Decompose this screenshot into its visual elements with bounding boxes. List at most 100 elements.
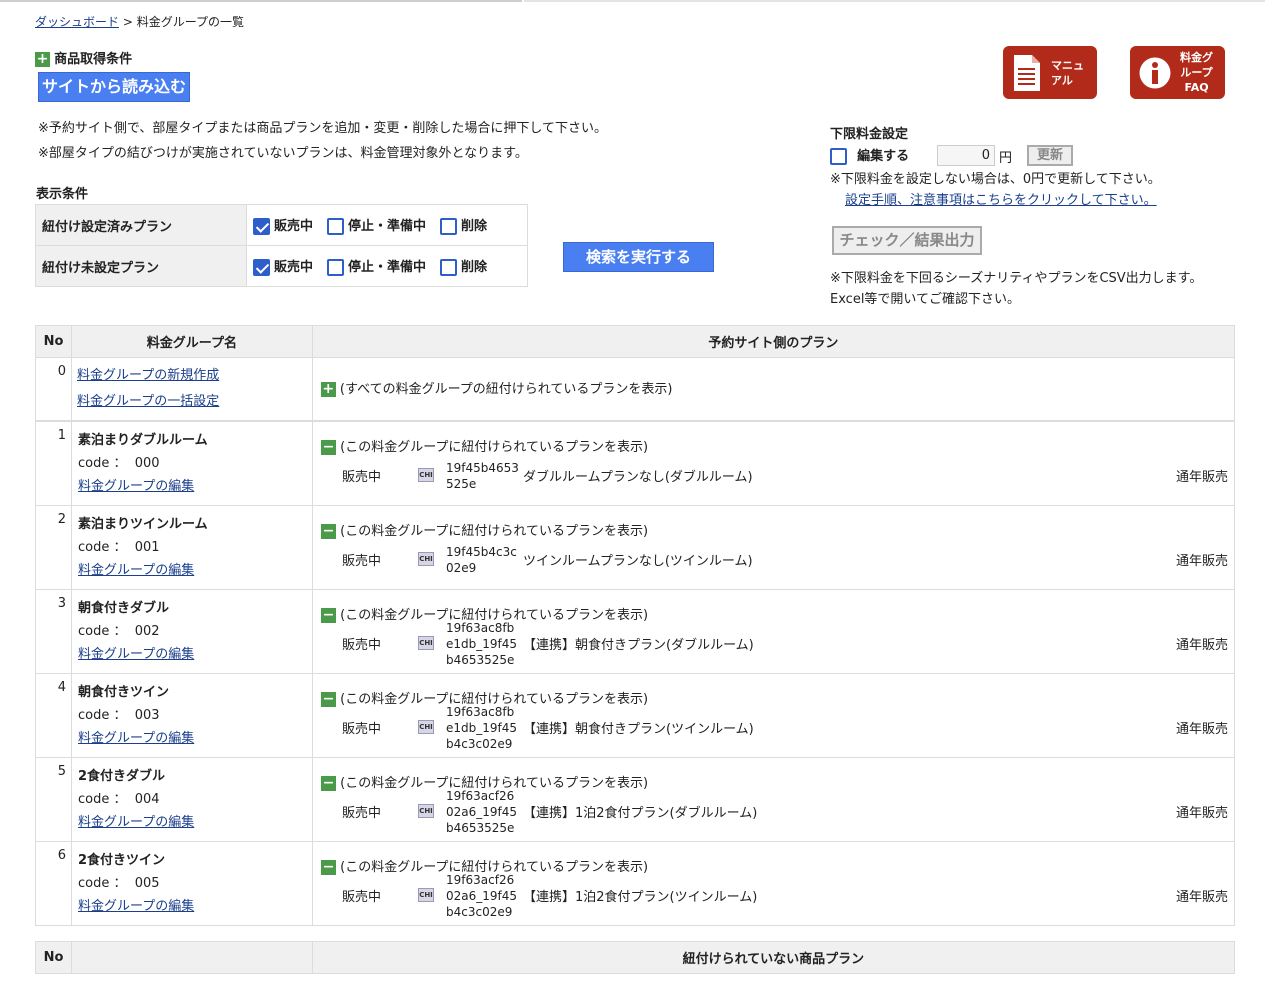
note-1: ※予約サイト側で、部屋タイプまたは商品プランを追加・変更・削除した場合に押下して… [38,121,607,136]
plan-toggle-row[interactable]: − (この料金グループに紐付けられているプランを表示) [321,520,648,539]
table-row: 2 素泊まりツインルーム code ： 001 料金グループの編集 − (この料… [35,505,1235,590]
breadcrumb-current: 料金グループの一覧 [136,15,245,29]
acquire-header: + 商品取得条件 [35,48,132,67]
plan-status: 販売中 [342,806,382,821]
chi-badge: CHI [418,636,434,650]
group-name: 2食付きツイン [78,853,166,868]
row-no: 5 [35,757,72,842]
option-on-sale[interactable]: 販売中 [253,256,313,276]
plans-cell: − (この料金グループに紐付けられているプランを表示) 販売中 CHI 19f6… [312,589,1235,674]
edit-group-link[interactable]: 料金グループの編集 [78,731,194,746]
plans-cell: − (この料金グループに紐付けられているプランを表示) 販売中 CHI 19f6… [312,841,1235,926]
checkbox-stopped[interactable] [327,218,345,235]
chi-badge: CHI [418,552,434,566]
sale-period: 通年販売 [1175,722,1228,737]
plan-id-line: 19f63acf26 [446,789,515,803]
row-no: 3 [35,589,72,674]
col-group-name: 料金グループ名 [70,325,313,358]
edit-checkbox[interactable] [830,148,847,165]
plan-name: 【連携】1泊2食付プラン(ツインルーム) [523,890,758,905]
group-code: code ： 004 [78,788,312,811]
option-stopped[interactable]: 停止・準備中 [327,215,426,235]
plus-icon[interactable]: + [35,52,50,67]
checkbox-stopped[interactable] [327,259,345,276]
check-output-button[interactable]: チェック／結果出力 [832,226,982,255]
plan-toggle[interactable]: (この料金グループに紐付けられているプランを表示) [340,440,648,455]
sale-period: 通年販売 [1175,890,1228,905]
bulk-setting-link[interactable]: 料金グループの一括設定 [77,394,219,409]
plans-cell: − (この料金グループに紐付けられているプランを表示) 販売中 CHI 19f4… [312,421,1235,506]
plan-status: 販売中 [342,554,382,569]
plan-name: 【連携】1泊2食付プラン(ダブルルーム) [523,806,758,821]
code-value: 000 [134,456,160,471]
min-price-help-link[interactable]: 設定手順、注意事項はこちらをクリックして下さい。 [845,189,1157,208]
collapse-icon[interactable]: − [321,440,336,455]
plan-id: 19f45b4653 525e [446,460,519,492]
checkbox-on-sale[interactable] [253,259,270,276]
checkbox-deleted[interactable] [440,259,458,276]
plan-id-line: 02e9 [446,561,477,575]
group-cell: 朝食付きツイン code ： 003 料金グループの編集 [71,673,313,758]
note-2: ※部屋タイプの結びつけが実施されていないプランは、料金管理対象外となります。 [38,146,528,161]
group-cell: 朝食付きダブル code ： 002 料金グループの編集 [71,589,313,674]
faq-button[interactable]: 料金グ ループ FAQ [1130,46,1225,99]
sale-period: 通年販売 [1175,470,1228,485]
checkbox-deleted[interactable] [440,218,458,235]
expand-all-icon[interactable]: + [320,382,336,397]
group-name: 素泊まりツインルーム [78,517,208,532]
collapse-icon[interactable]: − [321,692,336,707]
display-row-linked: 紐付け設定済みプラン 販売中 停止・準備中 削除 [35,204,528,246]
plan-id-line: 02a6_19f45 [446,805,518,819]
plan-toggle[interactable]: (この料金グループに紐付けられているプランを表示) [340,524,648,539]
manual-button[interactable]: マニュ アル [1003,46,1097,99]
breadcrumb-dashboard-link[interactable]: ダッシュボード [35,15,119,29]
update-button[interactable]: 更新 [1027,145,1073,166]
edit-group-link[interactable]: 料金グループの編集 [78,647,194,662]
info-icon [1139,57,1171,88]
faq-label-line2: ループ [1180,66,1213,79]
plan-id: 19f63acf26 02a6_19f45 b4653525e [446,788,517,836]
code-value: 004 [134,792,160,807]
option-deleted[interactable]: 削除 [440,215,487,235]
option-deleted[interactable]: 削除 [440,256,487,276]
plan-name: ダブルルームプランなし(ダブルルーム) [523,470,753,485]
edit-group-link[interactable]: 料金グループの編集 [78,479,194,494]
group-code: code ： 001 [78,536,312,559]
code-label: code ： [78,876,127,891]
manual-label-line1: マニュ [1051,58,1084,72]
plan-id-line: b4c3c02e9 [446,905,513,919]
sale-period: 通年販売 [1175,638,1228,653]
min-price-input[interactable]: 0 [937,145,995,166]
plan-id-line: e1db_19f45 [446,637,518,651]
plan-name: ツインルームプランなし(ツインルーム) [523,554,753,569]
collapse-icon[interactable]: − [321,608,336,623]
search-button[interactable]: 検索を実行する [563,242,714,272]
checkbox-on-sale[interactable] [253,218,270,235]
help-link-text[interactable]: 設定手順、注意事項はこちらをクリックして下さい。 [845,193,1157,208]
create-group-link[interactable]: 料金グループの新規作成 [77,368,219,383]
code-label: code ： [78,624,127,639]
plan-status: 販売中 [342,890,382,905]
min-price-unit: 円 [999,151,1013,166]
col-no: No [35,325,72,358]
option-on-sale[interactable]: 販売中 [253,215,313,235]
collapse-icon[interactable]: − [321,524,336,539]
group-name: 朝食付きダブル [78,601,170,616]
collapse-icon[interactable]: − [321,776,336,791]
edit-checkbox-label: 編集する [857,149,910,164]
chi-badge: CHI [418,888,434,902]
plan-toggle-row[interactable]: − (この料金グループに紐付けられているプランを表示) [321,436,648,455]
breadcrumb: ダッシュボード > 料金グループの一覧 [35,13,244,30]
group-name: 2食付きダブル [78,769,166,784]
chi-badge: CHI [418,804,434,818]
collapse-icon[interactable]: − [321,860,336,875]
option-stopped[interactable]: 停止・準備中 [327,256,426,276]
edit-group-link[interactable]: 料金グループの編集 [78,563,194,578]
plan-id-line: 19f45b4c3c [446,545,517,559]
plan-id: 19f63ac8fb e1db_19f45 b4653525e [446,620,517,668]
expand-all-toggle[interactable]: (すべての料金グループの紐付けられているプランを表示) [340,382,673,397]
load-from-site-button[interactable]: サイトから読み込む [38,72,190,102]
chi-badge: CHI [418,720,434,734]
edit-group-link[interactable]: 料金グループの編集 [78,815,194,830]
edit-group-link[interactable]: 料金グループの編集 [78,899,194,914]
